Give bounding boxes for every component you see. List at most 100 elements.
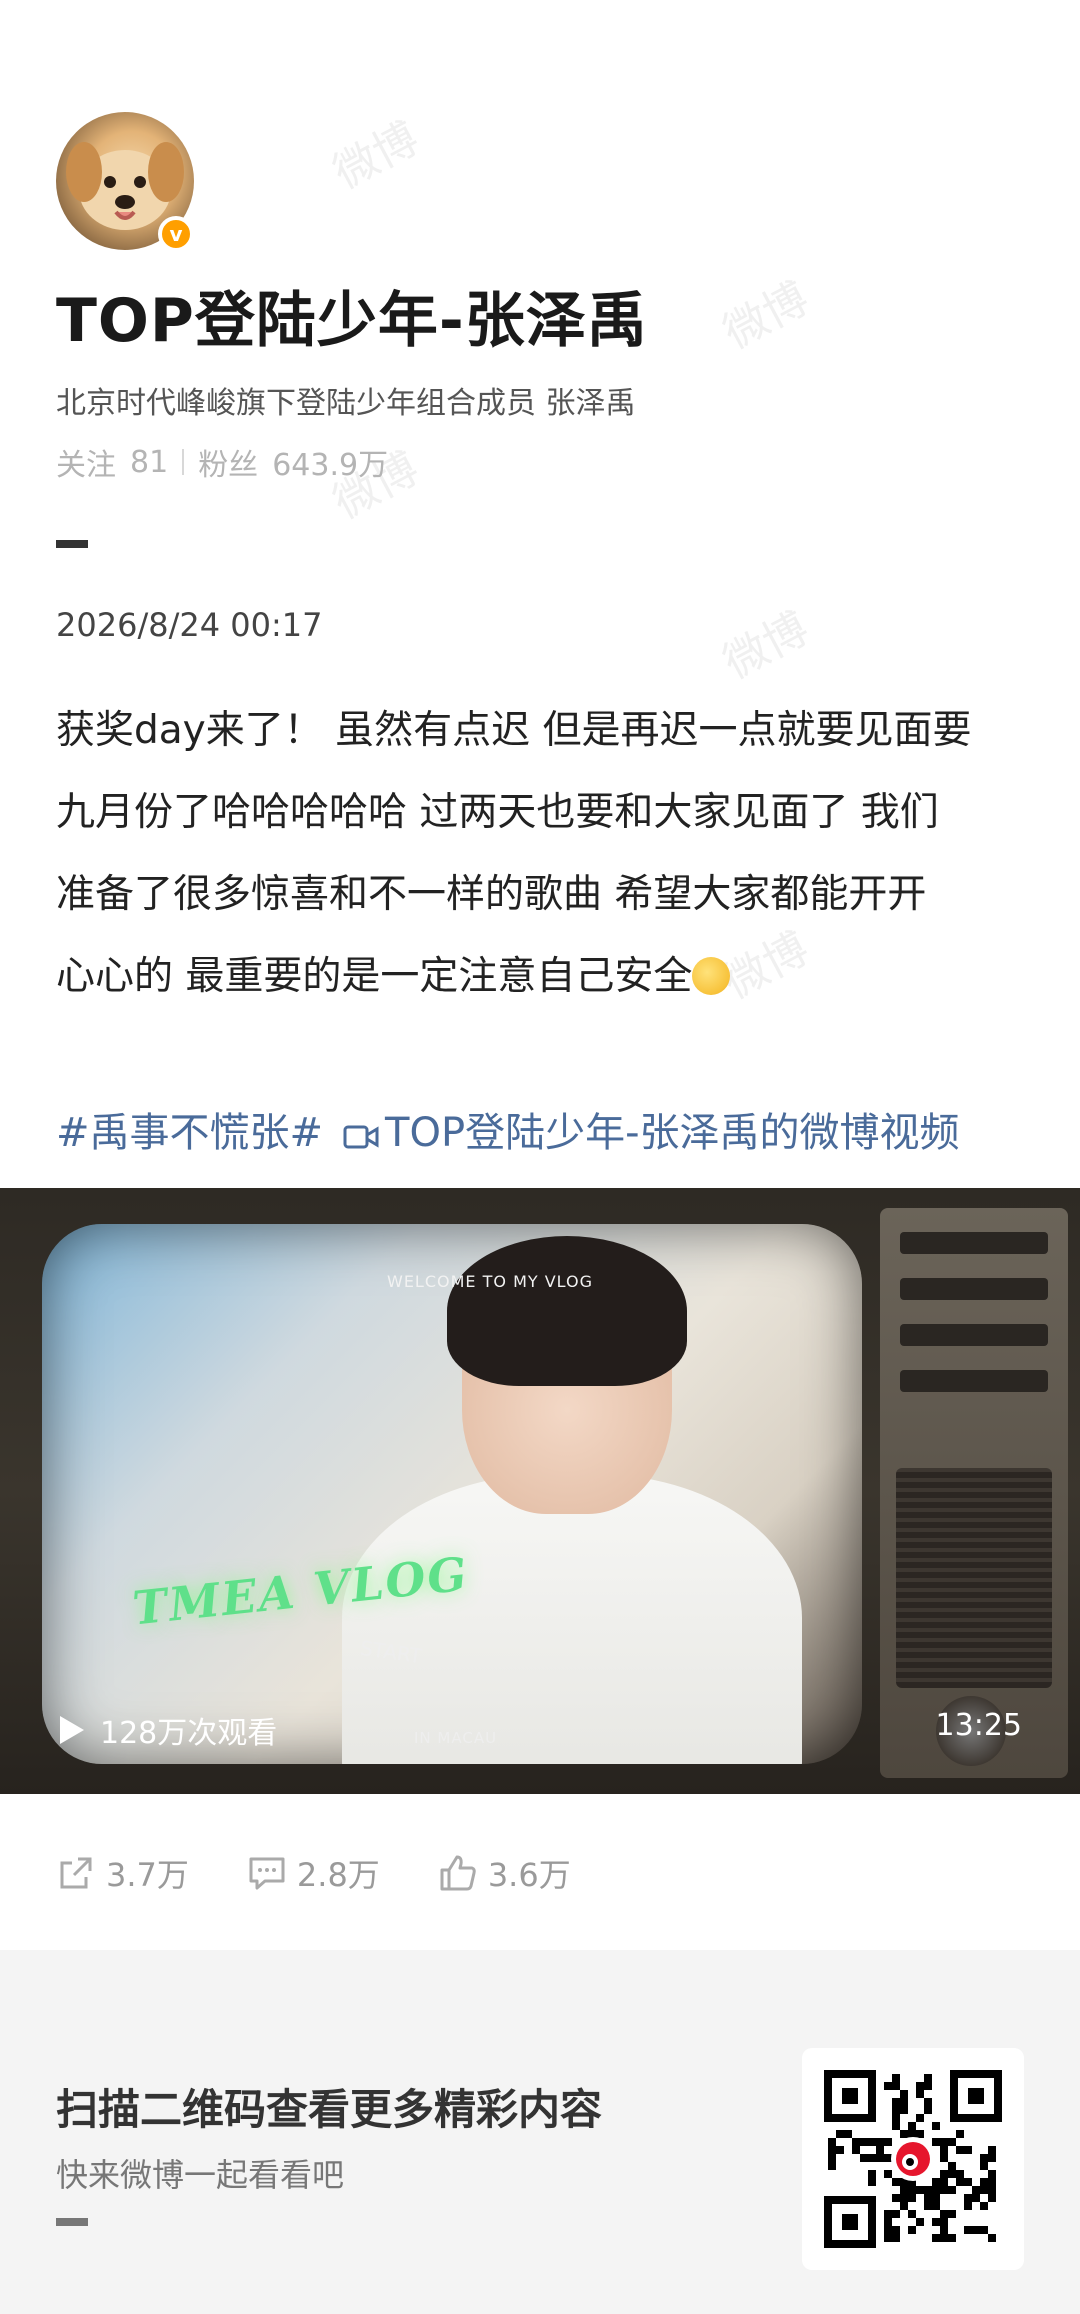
video-player[interactable]: WELCOME TO MY VLOG TMEA VLOG START IN MA… xyxy=(0,1188,1080,1794)
comment-icon xyxy=(249,1857,285,1890)
qr-module xyxy=(940,2218,948,2226)
qr-module xyxy=(988,2178,996,2186)
tv-speaker-grill xyxy=(896,1468,1052,1688)
video-views: 128万次观看 xyxy=(100,1716,278,1751)
qr-module xyxy=(916,2130,924,2138)
qr-module xyxy=(964,2146,972,2154)
qr-module xyxy=(988,2154,996,2162)
followers-label[interactable]: 粉丝 xyxy=(198,440,258,484)
qr-module xyxy=(876,2154,884,2162)
profile-name[interactable]: TOP登陆少年-张泽禹 xyxy=(56,272,648,359)
qr-module xyxy=(916,2082,924,2090)
followers-count[interactable]: 643.9万 xyxy=(272,440,388,484)
qr-module xyxy=(948,2186,956,2194)
qr-module xyxy=(900,2090,908,2098)
qr-module xyxy=(964,2202,972,2210)
qr-module xyxy=(868,2154,876,2162)
post-actions: 3.7万 2.8万 3.6万 xyxy=(56,1850,629,1896)
qr-module xyxy=(948,2162,956,2170)
qr-module xyxy=(892,2122,900,2130)
qr-module xyxy=(836,2146,844,2154)
qr-module xyxy=(892,2194,900,2202)
qr-module xyxy=(908,2226,916,2234)
qr-module xyxy=(980,2226,988,2234)
qr-module xyxy=(924,2194,932,2202)
qr-module xyxy=(924,2186,932,2194)
post-text-line: 心心的 最重要的是一定注意自己安全 xyxy=(56,936,1036,1018)
post-text-line: 获奖day来了！ 虽然有点迟 但是再迟一点就要见面要 xyxy=(56,708,972,753)
share-button[interactable]: 3.7万 xyxy=(56,1850,189,1896)
qr-module xyxy=(916,2186,924,2194)
video-duration: 13:25 xyxy=(935,1708,1022,1743)
video-play-info[interactable]: 128万次观看 xyxy=(60,1708,277,1752)
video-camera-icon xyxy=(343,1115,379,1149)
share-count: 3.7万 xyxy=(106,1856,189,1894)
qr-module xyxy=(892,2226,900,2234)
qr-module xyxy=(932,2178,940,2186)
like-button[interactable]: 3.6万 xyxy=(438,1850,571,1896)
post-timestamp: 2026/8/24 00:17 xyxy=(56,606,323,644)
qr-module xyxy=(980,2202,988,2210)
qr-module xyxy=(900,2202,908,2210)
qr-module xyxy=(980,2154,988,2162)
qr-module xyxy=(924,2074,932,2082)
play-icon[interactable] xyxy=(60,1716,84,1744)
qr-module xyxy=(900,2098,908,2106)
video-person-body xyxy=(342,1474,802,1764)
qr-module xyxy=(892,2098,900,2106)
post-text-line: 准备了很多惊喜和不一样的歌曲 希望大家都能开开 xyxy=(56,872,927,917)
watermark: 微博 xyxy=(715,272,817,360)
qr-module xyxy=(876,2138,884,2146)
comment-button[interactable]: 2.8万 xyxy=(247,1850,380,1896)
qr-module xyxy=(884,2210,892,2218)
qr-module xyxy=(956,2170,964,2178)
qr-module xyxy=(836,2130,844,2138)
watermark: 微博 xyxy=(325,112,427,200)
thinking-face-icon xyxy=(692,957,731,995)
section-divider xyxy=(56,540,88,548)
stats-divider xyxy=(182,449,185,475)
qr-module xyxy=(932,2138,940,2146)
qr-module xyxy=(980,2162,988,2170)
qr-module xyxy=(988,2146,996,2154)
qr-module xyxy=(900,2186,908,2194)
qr-module xyxy=(956,2130,964,2138)
qr-module xyxy=(956,2146,964,2154)
qr-module xyxy=(924,2082,932,2090)
qr-module xyxy=(932,2186,940,2194)
qr-module xyxy=(948,2210,956,2218)
qr-module xyxy=(900,2130,908,2138)
qr-module xyxy=(972,2194,980,2202)
section-divider xyxy=(56,2218,88,2226)
qr-module xyxy=(828,2146,836,2154)
qr-module xyxy=(980,2178,988,2186)
qr-module xyxy=(908,2122,916,2130)
qr-module xyxy=(908,2210,916,2218)
qr-module xyxy=(988,2170,996,2178)
qr-promo-subtitle: 快来微博一起看看吧 xyxy=(56,2156,345,2194)
qr-module xyxy=(940,2154,948,2162)
share-icon xyxy=(60,1857,92,1889)
qr-module xyxy=(868,2138,876,2146)
qr-module xyxy=(860,2154,868,2162)
tv-button-row xyxy=(900,1232,1048,1254)
qr-module xyxy=(844,2130,852,2138)
hashtag-link[interactable]: #禹事不慌张# xyxy=(56,1100,323,1158)
qr-code[interactable] xyxy=(802,2048,1024,2270)
video-link[interactable]: TOP登陆少年-张泽禹的微博视频 xyxy=(385,1100,959,1158)
video-thumbnail: WELCOME TO MY VLOG TMEA VLOG START IN MA… xyxy=(42,1224,862,1764)
qr-module xyxy=(980,2186,988,2194)
qr-module xyxy=(892,2114,900,2122)
qr-module xyxy=(892,2210,900,2218)
profile-stats: 关注 81 粉丝 643.9万 xyxy=(56,440,388,484)
qr-module xyxy=(932,2234,940,2242)
qr-module xyxy=(908,2194,916,2202)
following-label[interactable]: 关注 xyxy=(56,440,116,484)
qr-module xyxy=(884,2082,892,2090)
qr-module xyxy=(884,2218,892,2226)
qr-module xyxy=(988,2194,996,2202)
following-count[interactable]: 81 xyxy=(130,445,168,480)
qr-module xyxy=(988,2234,996,2242)
qr-module xyxy=(908,2130,916,2138)
qr-module xyxy=(964,2226,972,2234)
